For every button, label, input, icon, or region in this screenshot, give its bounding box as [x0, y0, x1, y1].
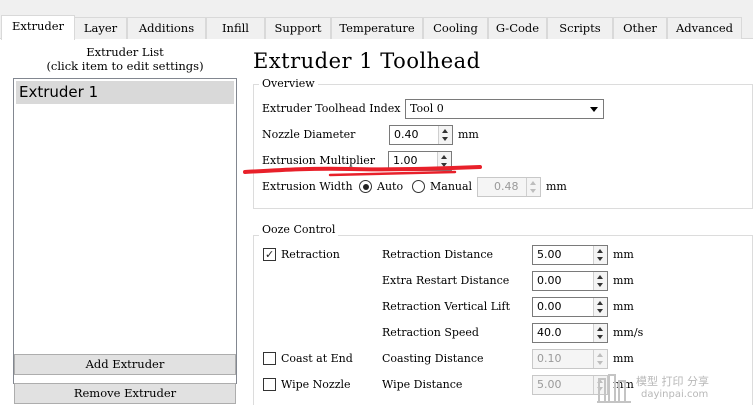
- tab-infill[interactable]: Infill: [206, 17, 265, 39]
- tab-additions[interactable]: Additions: [127, 17, 206, 39]
- retraction-distance-unit: mm: [613, 248, 634, 261]
- coast-at-end-checkbox[interactable]: [263, 352, 276, 365]
- arrow-up-icon: [597, 249, 603, 253]
- extruder-list-title-line2: (click item to edit settings): [46, 59, 204, 73]
- tab-temperature[interactable]: Temperature: [331, 17, 423, 39]
- retraction-distance-label: Retraction Distance: [382, 248, 494, 261]
- tab-g-code[interactable]: G-Code: [488, 17, 547, 39]
- arrow-up-icon: [597, 353, 603, 357]
- extruder-listbox[interactable]: Extruder 1: [13, 78, 237, 384]
- wipe-distance-label: Wipe Distance: [382, 378, 463, 391]
- tab-bar: Extruder Layer Additions Infill Support …: [0, 15, 753, 40]
- coasting-distance-label: Coasting Distance: [382, 352, 484, 365]
- chevron-down-icon: [590, 107, 598, 112]
- extrusion-width-label: Extrusion Width: [262, 180, 353, 193]
- add-extruder-button[interactable]: Add Extruder: [14, 354, 236, 375]
- wipe-nozzle-label: Wipe Nozzle: [281, 378, 351, 391]
- watermark-line1: 模型 打印 分享: [636, 375, 709, 388]
- nozzle-diameter-unit: mm: [458, 128, 479, 141]
- tab-support[interactable]: Support: [265, 17, 331, 39]
- retraction-distance-field[interactable]: 5.00: [532, 245, 608, 265]
- coasting-distance-unit: mm: [613, 352, 634, 365]
- retraction-checkbox[interactable]: ✓: [263, 248, 276, 261]
- retraction-label: Retraction: [281, 248, 340, 261]
- arrow-up-icon: [597, 327, 603, 331]
- toolhead-index-label: Extruder Toolhead Index: [262, 102, 401, 115]
- arrow-down-icon: [597, 335, 603, 339]
- manual-radio[interactable]: [412, 180, 425, 193]
- nozzle-diameter-label: Nozzle Diameter: [262, 128, 356, 141]
- retraction-speed-field[interactable]: 40.0: [532, 323, 608, 343]
- arrow-down-icon: [597, 309, 603, 313]
- extra-restart-distance-stepper[interactable]: [593, 272, 607, 290]
- tab-advanced[interactable]: Advanced: [667, 17, 742, 39]
- retraction-distance-value: 5.00: [537, 248, 562, 261]
- ooze-control-title: Ooze Control: [259, 223, 339, 236]
- manual-radio-label: Manual: [430, 180, 473, 193]
- remove-extruder-button[interactable]: Remove Extruder: [14, 383, 236, 404]
- extruder-list-title-line1: Extruder List: [86, 45, 164, 59]
- coasting-distance-stepper[interactable]: [593, 350, 607, 368]
- nozzle-diameter-stepper[interactable]: [438, 126, 452, 144]
- arrow-up-icon: [597, 301, 603, 305]
- tab-cooling[interactable]: Cooling: [423, 17, 488, 39]
- auto-radio-label: Auto: [377, 180, 404, 193]
- auto-radio[interactable]: [359, 180, 372, 193]
- retraction-vertical-lift-label: Retraction Vertical Lift: [382, 300, 511, 313]
- checkmark-icon: ✓: [265, 248, 275, 261]
- extruder-tab-panel: Extruder List (click item to edit settin…: [0, 39, 753, 405]
- retraction-vertical-lift-unit: mm: [613, 300, 634, 313]
- toolhead-index-value: Tool 0: [410, 102, 444, 115]
- coasting-distance-field[interactable]: 0.10: [532, 349, 608, 369]
- retraction-vertical-lift-field[interactable]: 0.00: [532, 297, 608, 317]
- arrow-up-icon: [442, 129, 448, 133]
- list-item[interactable]: Extruder 1: [16, 81, 234, 104]
- nozzle-diameter-field[interactable]: 0.40: [389, 125, 453, 145]
- retraction-vertical-lift-stepper[interactable]: [593, 298, 607, 316]
- tab-other[interactable]: Other: [613, 17, 667, 39]
- extra-restart-distance-value: 0.00: [537, 274, 562, 287]
- arrow-down-icon: [530, 189, 536, 193]
- retraction-speed-stepper[interactable]: [593, 324, 607, 342]
- extrusion-width-value: 0.48: [494, 180, 519, 193]
- arrow-up-icon: [597, 275, 603, 279]
- arrow-up-icon: [530, 181, 536, 185]
- wipe-nozzle-checkbox[interactable]: [263, 378, 276, 391]
- retraction-speed-label: Retraction Speed: [382, 326, 479, 339]
- tab-extruder[interactable]: Extruder: [1, 15, 75, 40]
- arrow-down-icon: [442, 137, 448, 141]
- retraction-speed-value: 40.0: [537, 326, 562, 339]
- extra-restart-distance-unit: mm: [613, 274, 634, 287]
- extra-restart-distance-field[interactable]: 0.00: [532, 271, 608, 291]
- arrow-down-icon: [597, 361, 603, 365]
- toolhead-index-select[interactable]: Tool 0: [405, 99, 604, 119]
- watermark-line2: dayinpai.com: [641, 389, 709, 400]
- retraction-distance-stepper[interactable]: [593, 246, 607, 264]
- retraction-vertical-lift-value: 0.00: [537, 300, 562, 313]
- arrow-up-icon: [441, 155, 447, 159]
- extrusion-width-stepper[interactable]: [526, 178, 540, 196]
- extruder-list-title: Extruder List (click item to edit settin…: [12, 45, 238, 73]
- arrow-down-icon: [597, 283, 603, 287]
- watermark-logo-icon: [597, 374, 631, 403]
- tab-layer[interactable]: Layer: [74, 17, 127, 39]
- coast-at-end-label: Coast at End: [281, 352, 353, 365]
- extrusion-width-field[interactable]: 0.48: [477, 177, 541, 197]
- extra-restart-distance-label: Extra Restart Distance: [382, 274, 510, 287]
- tab-scripts[interactable]: Scripts: [547, 17, 613, 39]
- overview-group-title: Overview: [259, 77, 318, 90]
- arrow-down-icon: [597, 257, 603, 261]
- coasting-distance-value: 0.10: [537, 352, 562, 365]
- extrusion-width-unit: mm: [546, 180, 567, 193]
- wipe-distance-value: 5.00: [537, 378, 562, 391]
- nozzle-diameter-value: 0.40: [394, 128, 419, 141]
- page-title: Extruder 1 Toolhead: [253, 49, 481, 73]
- retraction-speed-unit: mm/s: [613, 326, 644, 339]
